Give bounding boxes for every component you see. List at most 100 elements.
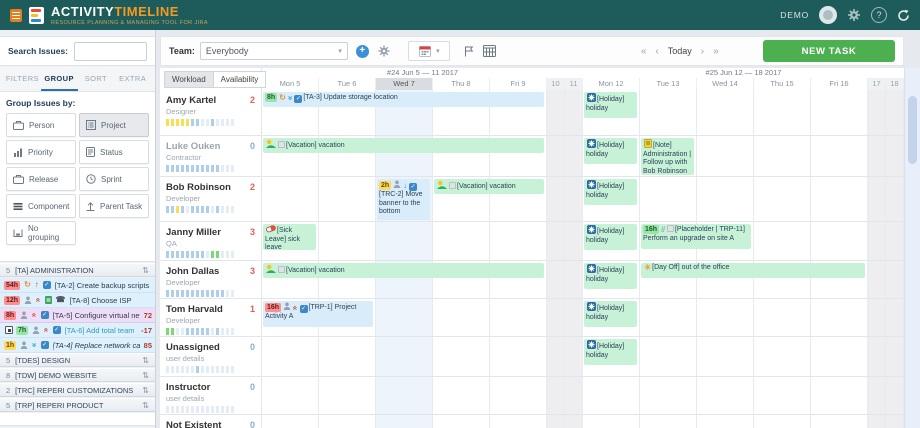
next-far-button[interactable]: » bbox=[713, 46, 719, 57]
tab-workload[interactable]: Workload bbox=[164, 71, 214, 88]
week-block: #25 Jun 12 — 18 2017Mon 12Tue 13Wed 14Th… bbox=[583, 68, 904, 90]
group-by-sprint[interactable]: Sprint bbox=[79, 167, 149, 191]
day-header[interactable]: Mon 12 bbox=[583, 78, 640, 90]
group-by-parent-task[interactable]: Parent Task bbox=[79, 194, 149, 218]
person-cell[interactable]: Amy Kartel2Designer bbox=[160, 90, 262, 135]
event-bar[interactable]: [Holiday] holiday bbox=[584, 301, 637, 327]
project-section-header[interactable]: 5[TA] ADMINISTRATION⇅ bbox=[0, 263, 155, 277]
settings-gear-icon[interactable] bbox=[847, 8, 861, 22]
issue-row[interactable]: 7h»✓[TA-6] Add total team a...-17 bbox=[0, 323, 155, 338]
event-bar[interactable]: [Holiday] holiday bbox=[584, 138, 637, 164]
person-cell[interactable]: Instructor0user details bbox=[160, 377, 262, 414]
group-by-project[interactable]: Project bbox=[79, 113, 149, 137]
day-header[interactable]: 18 bbox=[886, 78, 904, 90]
sidebar-tab-group[interactable]: GROUP bbox=[41, 67, 78, 91]
search-issues-input[interactable] bbox=[74, 42, 147, 61]
day-header[interactable]: 10 bbox=[547, 78, 565, 90]
workload-bar bbox=[221, 165, 224, 172]
person-role: Developer bbox=[166, 194, 255, 203]
workload-bar bbox=[176, 165, 179, 172]
help-icon[interactable]: ? bbox=[871, 7, 887, 23]
day-header[interactable]: Mon 5 bbox=[262, 78, 319, 90]
person-cell[interactable]: Bob Robinson2Developer bbox=[160, 177, 262, 221]
refresh-icon[interactable] bbox=[897, 9, 910, 22]
team-select[interactable]: Everybody ▾ bbox=[200, 42, 348, 60]
person-cell[interactable]: Not Existent0user details bbox=[160, 415, 262, 428]
group-by-component[interactable]: Component bbox=[6, 194, 76, 218]
workload-bar bbox=[186, 290, 189, 297]
day-header[interactable]: 17 bbox=[868, 78, 886, 90]
task-bar[interactable]: 2h↓✓[TRC-2] Move banner to the bottom bbox=[377, 179, 430, 220]
day-header[interactable]: Thu 8 bbox=[433, 78, 490, 90]
vertical-scrollbar[interactable] bbox=[904, 68, 920, 428]
task-count: 0 bbox=[250, 342, 255, 352]
group-by-no-grouping[interactable]: No grouping bbox=[6, 221, 76, 245]
event-bar[interactable]: [Holiday] holiday bbox=[584, 92, 637, 118]
event-bar[interactable]: [Holiday] holiday bbox=[584, 224, 637, 250]
calendar-select[interactable]: ▾ bbox=[408, 41, 450, 61]
add-team-button[interactable]: + bbox=[356, 45, 369, 58]
day-header-today[interactable]: Wed 7 bbox=[376, 78, 433, 90]
sidebar-tab-extra[interactable]: EXTRA bbox=[114, 67, 151, 91]
event-bar[interactable]: 16h//[Placeholder | TRP-11] Perform an u… bbox=[641, 224, 751, 249]
next-button[interactable]: › bbox=[701, 46, 704, 57]
prev-button[interactable]: ‹ bbox=[655, 46, 658, 57]
event-bar[interactable]: [Vacation] vacation bbox=[434, 179, 544, 194]
workload-spark bbox=[166, 206, 255, 213]
day-header[interactable]: Fri 16 bbox=[811, 78, 868, 90]
event-bar[interactable]: [Vacation] vacation bbox=[263, 138, 544, 153]
workload-bar bbox=[196, 406, 199, 413]
person-cell[interactable]: Luke Ouken0Contractor bbox=[160, 136, 262, 176]
tab-availability[interactable]: Availability bbox=[214, 71, 267, 88]
group-by-status[interactable]: Status bbox=[79, 140, 149, 164]
person-cell[interactable]: John Dallas3Developer bbox=[160, 261, 262, 298]
project-section-header[interactable]: 5[TRP] REPERI PRODUCT⇅ bbox=[0, 398, 155, 412]
chevrons-down-icon: » bbox=[32, 341, 36, 349]
new-task-button[interactable]: NEW TASK bbox=[763, 40, 895, 62]
day-header[interactable]: Wed 14 bbox=[697, 78, 754, 90]
task-bar[interactable]: 8h↻»✓[TA-3] Update storage location bbox=[263, 92, 544, 107]
today-button[interactable]: Today bbox=[668, 46, 692, 56]
workload-bar bbox=[211, 251, 214, 258]
project-section-header[interactable]: 8[TDW] DEMO WEBSITE⇅ bbox=[0, 368, 155, 382]
group-by-person[interactable]: Person bbox=[6, 113, 76, 137]
issue-row[interactable]: 12h»☎[TA-8] Choose ISP bbox=[0, 293, 155, 308]
team-settings-gear-icon[interactable] bbox=[378, 45, 390, 57]
event-bar[interactable]: [Holiday] holiday bbox=[584, 263, 637, 289]
task-bar[interactable]: 16h»✓[TRP-1] Project Activity A bbox=[263, 301, 373, 327]
issue-row[interactable]: 54h↻↑✓[TA-2] Create backup scripts bbox=[0, 278, 155, 293]
day-header[interactable]: Tue 13 bbox=[640, 78, 697, 90]
project-section-header[interactable]: 5[TDES] DESIGN⇅ bbox=[0, 353, 155, 367]
issue-row[interactable]: 1h»✓[TA-4] Replace network card85 bbox=[0, 338, 155, 353]
milestone-flag-icon[interactable] bbox=[464, 46, 474, 57]
day-header[interactable]: 11 bbox=[565, 78, 583, 90]
workload-bar bbox=[231, 251, 234, 258]
event-bar[interactable]: ☀[Day Off] out of the office bbox=[641, 263, 865, 278]
bracket-icon bbox=[13, 229, 23, 238]
avatar[interactable] bbox=[819, 6, 837, 24]
scrollbar-thumb[interactable] bbox=[908, 96, 917, 164]
day-header[interactable]: Tue 6 bbox=[319, 78, 376, 90]
person-cell[interactable]: Janny Miller3QA bbox=[160, 222, 262, 260]
event-bar[interactable]: [Note] Administration | Follow up with B… bbox=[641, 138, 694, 175]
person-cell[interactable]: Tom Harvald1Developer bbox=[160, 299, 262, 336]
event-bar[interactable]: [Vacation] vacation bbox=[263, 263, 544, 278]
prev-far-button[interactable]: « bbox=[641, 46, 647, 57]
event-bar[interactable]: [Holiday] holiday bbox=[584, 339, 637, 365]
person-cell[interactable]: Unassigned0user details bbox=[160, 337, 262, 376]
day-header[interactable]: Fri 9 bbox=[490, 78, 547, 90]
group-by-release[interactable]: Release bbox=[6, 167, 76, 191]
menu-icon[interactable] bbox=[10, 9, 22, 22]
group-by-priority[interactable]: Priority bbox=[6, 140, 76, 164]
issue-row[interactable]: 8h»✓[TA-5] Configure virtual net...72 bbox=[0, 308, 155, 323]
sidebar-tab-sort[interactable]: SORT bbox=[78, 67, 115, 91]
week-days: Mon 12Tue 13Wed 14Thu 15Fri 161718 bbox=[583, 78, 904, 90]
timeline-row: Unassigned0user details [Holiday] holiday bbox=[160, 337, 904, 377]
calendar-grid-icon[interactable] bbox=[483, 45, 496, 57]
sidebar-tab-filters[interactable]: FILTERS bbox=[4, 67, 41, 91]
event-bar[interactable]: [Sick Leave] sick leave bbox=[263, 224, 316, 250]
pre-checkbox-icon[interactable] bbox=[5, 326, 13, 334]
project-section-header[interactable]: 2[TRC] REPERI CUSTOMIZATIONS⇅ bbox=[0, 383, 155, 397]
day-header[interactable]: Thu 15 bbox=[754, 78, 811, 90]
event-bar[interactable]: [Holiday] holiday bbox=[584, 179, 637, 205]
